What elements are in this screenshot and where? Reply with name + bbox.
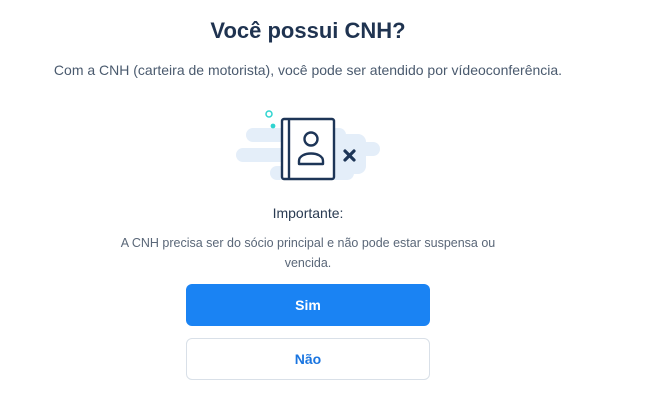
page-subtitle: Com a CNH (carteira de motorista), você … (53, 62, 563, 78)
page-title: Você possui CNH? (210, 18, 406, 43)
no-button[interactable]: Não (186, 338, 430, 380)
yes-button[interactable]: Sim (186, 284, 430, 326)
important-text: A CNH precisa ser do sócio principal e n… (120, 236, 496, 270)
important-label: Importante: (272, 205, 344, 221)
decor-dot-icon (265, 110, 273, 118)
cnh-illustration (232, 104, 384, 188)
driver-license-icon (280, 117, 336, 181)
decor-dot-icon (270, 123, 276, 129)
